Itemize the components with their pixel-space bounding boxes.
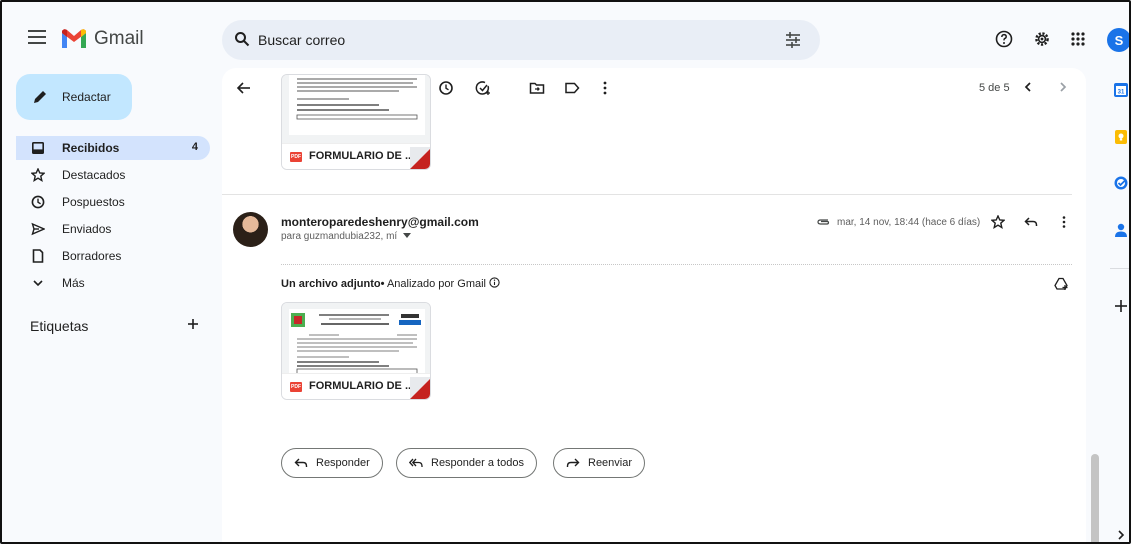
pdf-icon: PDF bbox=[290, 382, 302, 392]
older-chevron-right-icon[interactable] bbox=[1056, 80, 1070, 94]
sidebar-item-snoozed[interactable]: Pospuestos bbox=[16, 190, 210, 214]
document-preview-icon bbox=[291, 313, 421, 375]
side-panel-divider bbox=[1110, 268, 1129, 269]
add-to-drive-icon[interactable] bbox=[1054, 277, 1068, 291]
gmail-window: Gmail Buscar correo S Redactar Recibidos… bbox=[0, 0, 1131, 544]
clock-icon bbox=[31, 195, 45, 209]
back-arrow-icon[interactable] bbox=[236, 80, 252, 96]
sidebar-item-inbox[interactable]: Recibidos 4 bbox=[16, 136, 210, 160]
sidebar-item-label: Recibidos bbox=[62, 141, 120, 155]
pagination-count: 5 de 5 bbox=[979, 82, 1010, 94]
svg-text:31: 31 bbox=[1118, 90, 1125, 96]
sender-email[interactable]: monteroparedeshenry@gmail.com bbox=[281, 215, 479, 229]
move-to-folder-icon[interactable] bbox=[529, 80, 545, 96]
attachment-filename: FORMULARIO DE ... bbox=[309, 380, 415, 392]
sidebar-item-starred[interactable]: Destacados bbox=[16, 163, 210, 187]
attachment-heading: Un archivo adjunto• Analizado por Gmail bbox=[281, 277, 500, 290]
sidebar-item-drafts[interactable]: Borradores bbox=[16, 244, 210, 268]
forward-icon bbox=[566, 458, 580, 467]
search-icon[interactable] bbox=[234, 31, 250, 47]
message-divider bbox=[222, 194, 1072, 195]
attachment-clip-icon bbox=[817, 219, 830, 225]
recipients-line[interactable]: para guzmandubia232, mí bbox=[281, 231, 411, 242]
pdf-thumbnail bbox=[282, 75, 430, 143]
message-view: 5 de 5 PDF FORMULARIO DE ... monteropare… bbox=[222, 68, 1086, 542]
attachments-separator bbox=[281, 264, 1072, 265]
compose-button[interactable]: Redactar bbox=[16, 74, 132, 120]
page-fold-red bbox=[410, 377, 430, 399]
page-fold-red bbox=[410, 147, 430, 169]
recipients-text: para guzmandubia232, mí bbox=[281, 231, 398, 242]
pdf-icon: PDF bbox=[290, 152, 302, 162]
chevron-down-icon bbox=[33, 280, 43, 287]
reply-arrow-icon[interactable] bbox=[1024, 215, 1038, 229]
recipients-dropdown-icon[interactable] bbox=[402, 233, 411, 239]
message-more-icon[interactable] bbox=[1057, 215, 1071, 229]
star-icon bbox=[31, 168, 45, 182]
get-addons-plus-icon[interactable] bbox=[1113, 298, 1129, 314]
sidebar-item-label: Destacados bbox=[62, 168, 126, 182]
search-filters-icon[interactable] bbox=[784, 31, 802, 49]
send-icon bbox=[31, 222, 45, 236]
show-side-panel-chevron-icon[interactable] bbox=[1116, 530, 1126, 540]
pencil-icon bbox=[34, 91, 46, 103]
forward-label: Reenviar bbox=[588, 457, 633, 469]
unread-count: 4 bbox=[191, 141, 198, 153]
apps-grid-icon[interactable] bbox=[1069, 30, 1087, 48]
sidebar-item-sent[interactable]: Enviados bbox=[16, 217, 210, 241]
reply-all-label: Responder a todos bbox=[431, 457, 524, 469]
sender-avatar[interactable] bbox=[233, 212, 268, 247]
search-bar[interactable] bbox=[222, 20, 820, 60]
sidebar-item-label: Borradores bbox=[62, 249, 122, 263]
attachment-filename: FORMULARIO DE ... bbox=[309, 150, 415, 162]
message-scrollbar[interactable] bbox=[1089, 68, 1101, 542]
top-header: Gmail Buscar correo S bbox=[2, 2, 1129, 68]
reply-icon bbox=[294, 458, 308, 467]
inbox-icon bbox=[32, 142, 44, 154]
scanned-by-gmail-label: Analizado por Gmail bbox=[386, 278, 486, 290]
attachment-count-label: Un archivo adjunto bbox=[281, 278, 381, 290]
message-date: mar, 14 nov, 18:44 (hace 6 días) bbox=[837, 217, 981, 228]
reply-button[interactable]: Responder bbox=[281, 448, 383, 478]
sidebar-item-label: Más bbox=[62, 276, 85, 290]
gmail-m-icon bbox=[62, 29, 86, 48]
scrollbar-thumb[interactable] bbox=[1091, 454, 1099, 542]
labels-heading: Etiquetas bbox=[30, 318, 89, 334]
main-menu-icon[interactable] bbox=[28, 30, 46, 44]
label-tag-icon[interactable] bbox=[564, 80, 580, 96]
newer-chevron-left-icon[interactable] bbox=[1021, 80, 1035, 94]
search-input[interactable] bbox=[258, 28, 758, 52]
keep-notes-icon[interactable] bbox=[1113, 129, 1129, 145]
app-name: Gmail bbox=[94, 28, 144, 49]
calendar-icon[interactable]: 31 bbox=[1113, 82, 1129, 98]
attachment-card[interactable]: PDF FORMULARIO DE ... bbox=[281, 302, 431, 400]
attachment-name-bar: PDF FORMULARIO DE ... bbox=[282, 143, 430, 169]
document-preview-icon bbox=[296, 78, 418, 120]
draft-icon bbox=[32, 249, 44, 263]
reply-all-button[interactable]: Responder a todos bbox=[396, 448, 537, 478]
pdf-thumbnail bbox=[282, 303, 430, 375]
previous-attachment-card[interactable]: PDF FORMULARIO DE ... bbox=[281, 74, 431, 170]
compose-label: Redactar bbox=[62, 90, 111, 104]
help-icon[interactable] bbox=[995, 30, 1013, 48]
reply-label: Responder bbox=[316, 457, 370, 469]
reply-all-icon bbox=[409, 458, 423, 467]
add-to-tasks-icon[interactable] bbox=[475, 80, 491, 96]
gmail-logo[interactable]: Gmail bbox=[60, 24, 144, 54]
account-avatar[interactable]: S bbox=[1107, 28, 1129, 52]
sidebar-item-label: Pospuestos bbox=[62, 195, 125, 209]
star-message-icon[interactable] bbox=[991, 215, 1005, 229]
forward-button[interactable]: Reenviar bbox=[553, 448, 646, 478]
sidebar-item-more[interactable]: Más bbox=[16, 271, 210, 295]
tasks-icon[interactable] bbox=[1113, 175, 1129, 191]
attachment-name-bar: PDF FORMULARIO DE ... bbox=[282, 373, 430, 399]
more-vertical-icon[interactable] bbox=[597, 80, 613, 96]
snooze-clock-icon[interactable] bbox=[438, 80, 454, 96]
info-icon[interactable] bbox=[489, 277, 500, 288]
add-label-icon[interactable] bbox=[186, 317, 200, 331]
settings-gear-icon[interactable] bbox=[1033, 30, 1051, 48]
contacts-icon[interactable] bbox=[1113, 222, 1129, 238]
sidebar-item-label: Enviados bbox=[62, 222, 112, 236]
